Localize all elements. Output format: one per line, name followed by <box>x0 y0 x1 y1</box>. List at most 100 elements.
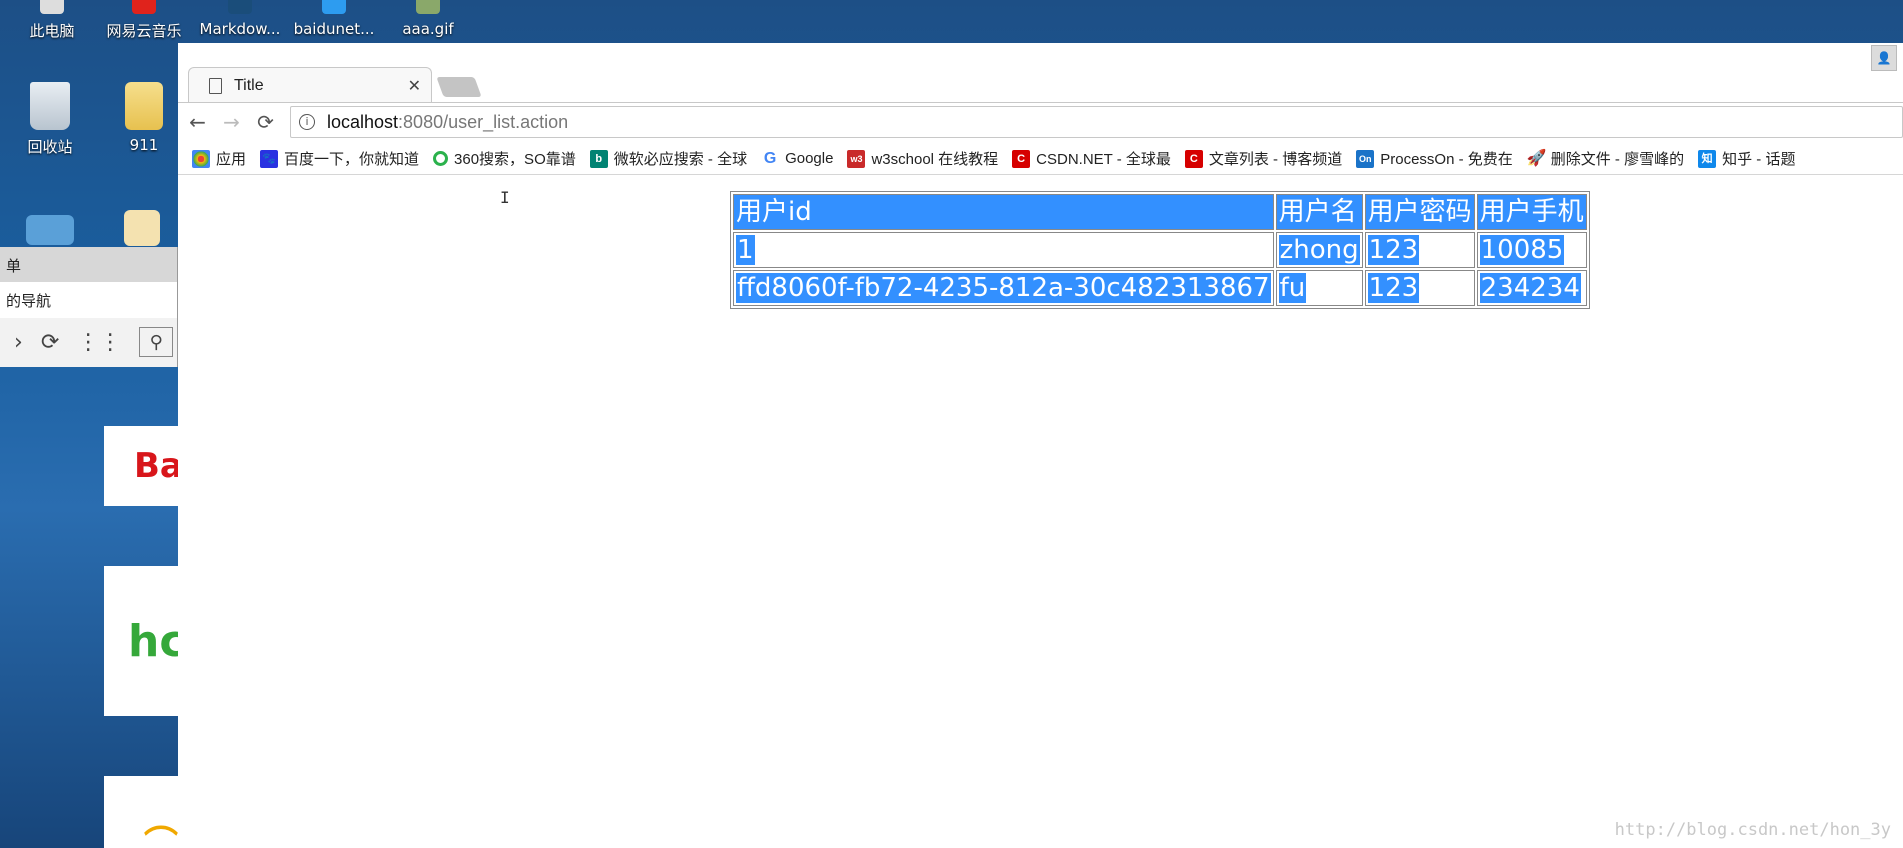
desktop-icon-label: 此电脑 <box>29 22 75 40</box>
forward-icon[interactable]: › <box>14 330 23 355</box>
rocket-icon: 🚀 <box>1526 149 1547 167</box>
google-icon: G <box>761 149 780 168</box>
bookmark-label: 微软必应搜索 - 全球 <box>613 151 748 168</box>
bookmark-google[interactable]: G Google <box>761 149 834 168</box>
user-table: 用户id 用户名 用户密码 用户手机 1 zhong 123 10085 ffd… <box>730 191 1590 309</box>
desktop-icon-label: Markdow... <box>199 20 281 38</box>
speed-dial-tile-baidu[interactable]: Bai <box>104 426 178 506</box>
document-icon <box>124 210 160 246</box>
header-user-id: 用户id <box>733 194 1274 230</box>
desktop-icon-label: baidunet... <box>293 20 375 38</box>
profile-icon[interactable]: 👤 <box>1871 45 1897 71</box>
cell-username: fu <box>1275 270 1363 306</box>
recycle-bin-icon <box>30 82 70 130</box>
forward-button[interactable]: → <box>217 110 246 134</box>
desktop-icon-label: aaa.gif <box>402 20 454 38</box>
cell-password: 123 <box>1364 270 1475 306</box>
cell-phone: 234234 <box>1476 270 1587 306</box>
cell-password: 123 <box>1364 232 1475 268</box>
background-browser-window[interactable]: 单 的导航 › ⟳ ⋮⋮ ⚲ <box>0 247 178 367</box>
speed-dial-tile-3[interactable]: ⌒ <box>104 776 178 848</box>
desktop-icon-baidunet[interactable]: baidunet... <box>282 0 386 42</box>
360-search-icon <box>433 151 449 166</box>
table-header-row: 用户id 用户名 用户密码 用户手机 <box>733 194 1587 230</box>
watermark: http://blog.csdn.net/hon_3y <box>1614 820 1891 840</box>
bookmark-label: ProcessOn - 免费在 <box>1380 151 1513 168</box>
cell-username: zhong <box>1275 232 1363 268</box>
bookmark-csdn[interactable]: C CSDN.NET - 全球最 <box>1012 148 1171 169</box>
desktop-icon-document[interactable] <box>118 210 166 252</box>
url-path: :8080/user_list.action <box>398 111 569 132</box>
desktop-icon-gif[interactable]: aaa.gif <box>376 0 480 42</box>
text-cursor-icon: I <box>500 188 510 207</box>
back-button[interactable]: ← <box>183 110 212 134</box>
bookmarks-bar: 应用 🐾 百度一下，你就知道 360搜索，SO靠谱 b 微软必应搜索 - 全球 GG… <box>178 143 1903 175</box>
bookmark-processon[interactable]: On ProcessOn - 免费在 <box>1356 148 1513 169</box>
bookmark-label: 删除文件 - 廖雪峰的 <box>1550 151 1685 168</box>
bookmark-label: CSDN.NET - 全球最 <box>1036 151 1171 168</box>
info-icon[interactable]: i <box>299 114 315 130</box>
bookmark-360[interactable]: 360搜索，SO靠谱 <box>433 148 576 169</box>
background-window-tab[interactable]: 的导航 <box>0 282 177 318</box>
cell-user-id: ffd8060f-fb72-4235-812a-30c482313867 <box>733 270 1274 306</box>
desktop-icon-label: 网易云音乐 <box>106 22 182 40</box>
bookmark-zhihu[interactable]: 知知乎 - 话题 <box>1698 148 1795 169</box>
tab-title: Title <box>234 76 264 94</box>
folder-icon <box>125 82 163 130</box>
reload-button[interactable]: ⟳ <box>251 110 280 134</box>
desktop-icon-recycle-bin[interactable]: 回收站 <box>10 82 90 157</box>
bookmark-label: Google <box>785 150 834 167</box>
chrome-window: Title ✕ 👤 ← → ⟳ i localhost:8080/user_li… <box>178 43 1903 848</box>
bookmark-csdn-blog[interactable]: C 文章列表 - 博客频道 <box>1184 148 1343 169</box>
url-host: localhost <box>327 111 399 132</box>
bookmark-baidu[interactable]: 🐾 百度一下，你就知道 <box>260 148 419 169</box>
grid-icon[interactable]: ⋮⋮ <box>77 330 121 355</box>
table-row: ffd8060f-fb72-4235-812a-30c482313867 fu … <box>733 270 1587 306</box>
desktop-icon-label: 911 <box>129 136 159 154</box>
desktop-icon-label: 回收站 <box>27 138 73 156</box>
desktop-icon-this-pc[interactable]: 此电脑 <box>0 0 104 42</box>
bookmark-apps[interactable]: 应用 <box>192 148 246 169</box>
chart-icon <box>26 215 74 245</box>
bookmark-liaoxuefeng[interactable]: 🚀 删除文件 - 廖雪峰的 <box>1527 148 1684 169</box>
address-bar[interactable]: i localhost:8080/user_list.action <box>290 106 1903 138</box>
header-username: 用户名 <box>1275 194 1363 230</box>
apps-grid-icon <box>192 149 210 168</box>
bookmark-w3school[interactable]: w3 w3school 在线教程 <box>847 148 998 169</box>
header-password: 用户密码 <box>1364 194 1475 230</box>
desktop-icon-chart[interactable] <box>22 215 78 251</box>
table-row: 1 zhong 123 10085 <box>733 232 1587 268</box>
bookmark-bing[interactable]: b 微软必应搜索 - 全球 <box>589 148 748 169</box>
speed-dial-tile-hao[interactable]: hc <box>104 566 178 716</box>
desktop-icon-markdown[interactable]: Markdow... <box>188 0 292 42</box>
bookmark-label: 应用 <box>216 151 247 168</box>
tile-label: hc <box>128 616 178 667</box>
bookmark-label: w3school 在线教程 <box>871 151 999 168</box>
new-tab-button[interactable] <box>436 77 482 97</box>
close-tab-icon[interactable]: ✕ <box>408 76 421 95</box>
browser-toolbar: ← → ⟳ i localhost:8080/user_list.action <box>178 103 1903 141</box>
tile-label: Bai <box>134 446 178 486</box>
bookmark-label: 百度一下，你就知道 <box>284 151 420 168</box>
bing-icon: b <box>589 149 608 168</box>
bookmark-label: 360搜索，SO靠谱 <box>454 151 576 168</box>
search-icon[interactable]: ⚲ <box>139 327 174 357</box>
tile-glyph: ⌒ <box>144 824 178 848</box>
header-phone: 用户手机 <box>1476 194 1587 230</box>
refresh-icon[interactable]: ⟳ <box>41 330 59 355</box>
w3school-icon: w3 <box>847 149 866 168</box>
desktop-icon-netease-music[interactable]: 网易云音乐 <box>92 0 196 42</box>
cell-user-id: 1 <box>733 232 1274 268</box>
page-icon <box>209 77 222 94</box>
tab-title-page[interactable]: Title ✕ <box>188 67 432 103</box>
desktop-icon-911[interactable]: 911 <box>104 82 184 154</box>
bookmark-label: 知乎 - 话题 <box>1722 151 1796 168</box>
background-window-title: 单 <box>0 247 177 282</box>
zhihu-icon: 知 <box>1698 149 1717 168</box>
bookmark-label: 文章列表 - 博客频道 <box>1208 151 1343 168</box>
page-content: I 用户id 用户名 用户密码 用户手机 1 zhong 123 10085 f… <box>178 176 1903 848</box>
csdn-blog-icon: C <box>1184 149 1203 168</box>
baidu-paw-icon: 🐾 <box>260 149 279 168</box>
cell-phone: 10085 <box>1476 232 1587 268</box>
processon-icon: On <box>1356 149 1375 168</box>
